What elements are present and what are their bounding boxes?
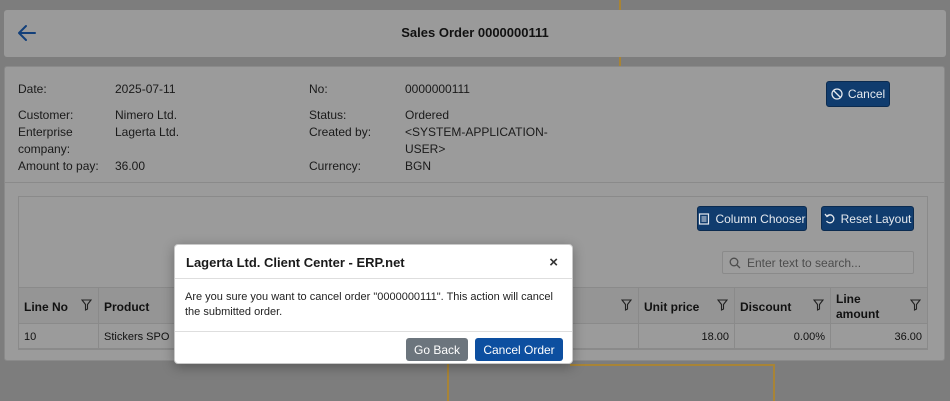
amount-label: Amount to pay: [18,159,99,173]
dialog-header: Lagerta Ltd. Client Center - ERP.net × [175,245,572,279]
enterprise-value: Lagerta Ltd. [115,125,180,139]
column-chooser-label: Column Chooser [715,211,806,226]
cancel-button-label: Cancel [847,87,886,101]
columns-icon [699,212,710,225]
filter-icon[interactable] [621,299,632,311]
currency-value: BGN [405,159,432,173]
page-header: Sales Order 0000000111 [4,10,946,57]
created-by-value: <SYSTEM-APPLICATION- [405,125,548,139]
enterprise-label: Enterprise [18,125,73,139]
reset-layout-button[interactable]: Reset Layout [821,206,914,231]
cancel-order-button[interactable]: Cancel Order [475,338,563,361]
cell-line-amount: 36.00 [894,330,922,343]
amount-value: 36.00 [115,159,146,173]
date-label: Date: [18,82,47,96]
filter-icon[interactable] [81,299,92,311]
ban-icon [831,88,843,100]
customer-value: Nimero Ltd. [115,108,178,122]
column-header-label: Discount [740,299,792,314]
filter-icon[interactable] [910,299,921,311]
column-header-unit-price[interactable]: Unit price [639,288,735,325]
background-line [773,364,775,401]
cancel-order-dialog: Lagerta Ltd. Client Center - ERP.net × A… [174,244,573,364]
go-back-button[interactable]: Go Back [406,338,468,361]
filter-icon[interactable] [813,299,824,311]
enterprise-label-cont: company: [18,142,71,156]
close-icon[interactable]: × [549,254,558,271]
filter-icon[interactable] [717,299,728,311]
cancel-button[interactable]: Cancel [826,81,890,107]
background-line [570,364,775,366]
column-header-label: Line No [24,299,68,314]
undo-icon [824,213,835,223]
page-title: Sales Order 0000000111 [401,25,549,40]
column-header-label: Line [836,291,861,306]
dialog-title: Lagerta Ltd. Client Center - ERP.net [186,255,405,270]
status-label: Status: [309,108,347,122]
customer-label: Customer: [18,108,74,122]
column-header-label-cont: amount [836,306,880,321]
no-value: 0000000111 [405,82,470,96]
no-label: No: [309,82,328,96]
column-header-line-no[interactable]: Line No [19,288,99,325]
section-divider [4,182,945,183]
created-by-label: Created by: [309,125,372,139]
grid-search-input[interactable]: Enter text to search... [722,251,914,274]
background-line [619,0,621,10]
search-placeholder: Enter text to search... [747,255,862,270]
status-value: Ordered [405,108,450,122]
background-line [619,57,621,66]
search-icon [729,257,741,268]
column-header-label: Unit price [644,299,700,314]
dialog-footer: Go Back Cancel Order [175,331,572,365]
background-line [447,364,449,401]
column-header-discount[interactable]: Discount [735,288,831,325]
column-header-line-amount[interactable]: Line amount [831,288,927,325]
column-chooser-button[interactable]: Column Chooser [697,206,807,231]
date-value: 2025-07-11 [115,82,176,96]
cell-line-no: 10 [19,324,99,349]
cell-discount: 0.00% [735,324,831,349]
created-by-value-cont: USER> [405,142,446,156]
currency-label: Currency: [309,159,362,173]
dialog-message: Are you sure you want to cancel order "0… [185,291,553,318]
column-header-label: Product [104,299,150,314]
reset-layout-label: Reset Layout [840,211,912,226]
cell-unit-price: 18.00 [639,324,735,349]
